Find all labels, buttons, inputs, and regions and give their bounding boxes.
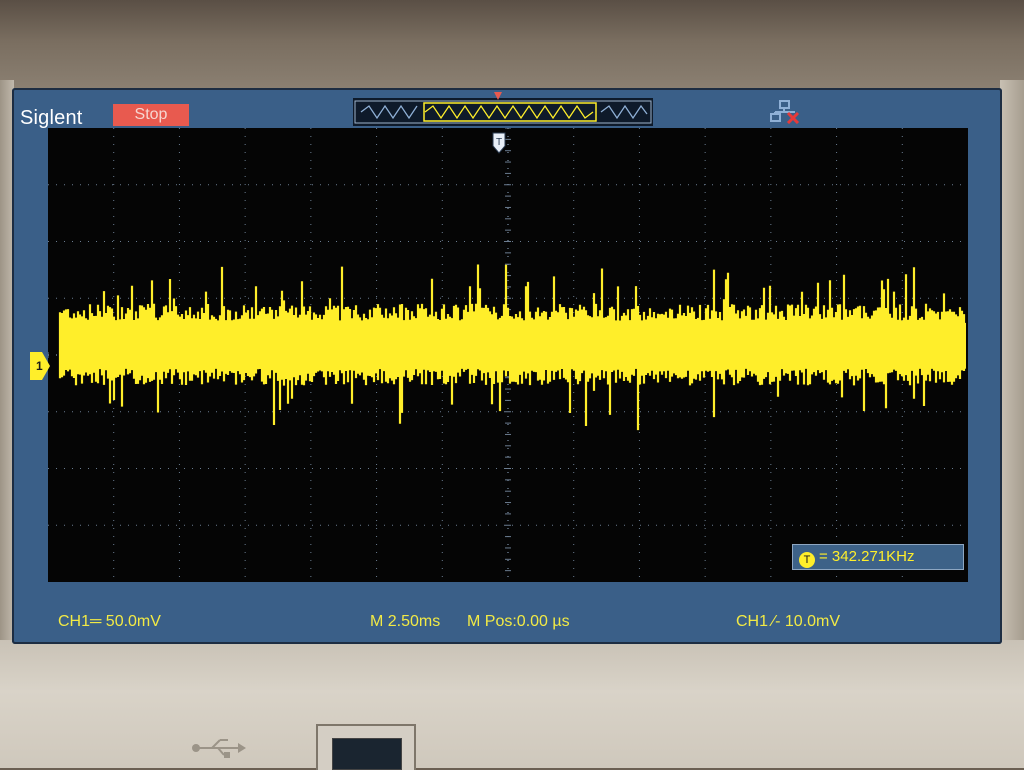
memory-position-bar (353, 98, 653, 126)
svg-text:T: T (496, 137, 502, 148)
frequency-value: = 342.271KHz (819, 548, 915, 565)
oscilloscope-right-bezel (1000, 80, 1024, 650)
timebase-readout[interactable]: M 2.50ms (370, 613, 440, 631)
waveform-grid (48, 128, 968, 582)
ch1-waveform-core (60, 322, 966, 369)
oscilloscope-screen: Siglent Stop T 1 T = 342.271KHz CH1═ 50.… (12, 88, 1002, 644)
brand-label: Siglent (20, 107, 83, 129)
oscilloscope-top-bezel (0, 0, 1024, 92)
trigger-position-icon (494, 92, 502, 100)
channel-1-marker-icon[interactable]: 1 (30, 352, 50, 380)
trigger-level-readout[interactable]: CH1 ⁄- 10.0mV (736, 613, 840, 631)
usb-port[interactable] (316, 724, 416, 770)
usb-icon (192, 739, 246, 758)
memory-position-readout[interactable]: M Pos:0.00 µs (467, 613, 570, 631)
frequency-counter: T = 342.271KHz (792, 544, 964, 570)
trigger-icon: T (799, 552, 815, 568)
network-disconnected-icon (770, 100, 800, 124)
trigger-point-marker[interactable]: T (492, 132, 506, 154)
ch1-volt-scale[interactable]: CH1═ 50.0mV (58, 613, 161, 631)
waveform-display[interactable] (48, 128, 968, 582)
run-stop-status-badge[interactable]: Stop (113, 104, 189, 126)
oscilloscope-bottom-bezel (0, 640, 1024, 768)
svg-text:1: 1 (36, 359, 43, 373)
